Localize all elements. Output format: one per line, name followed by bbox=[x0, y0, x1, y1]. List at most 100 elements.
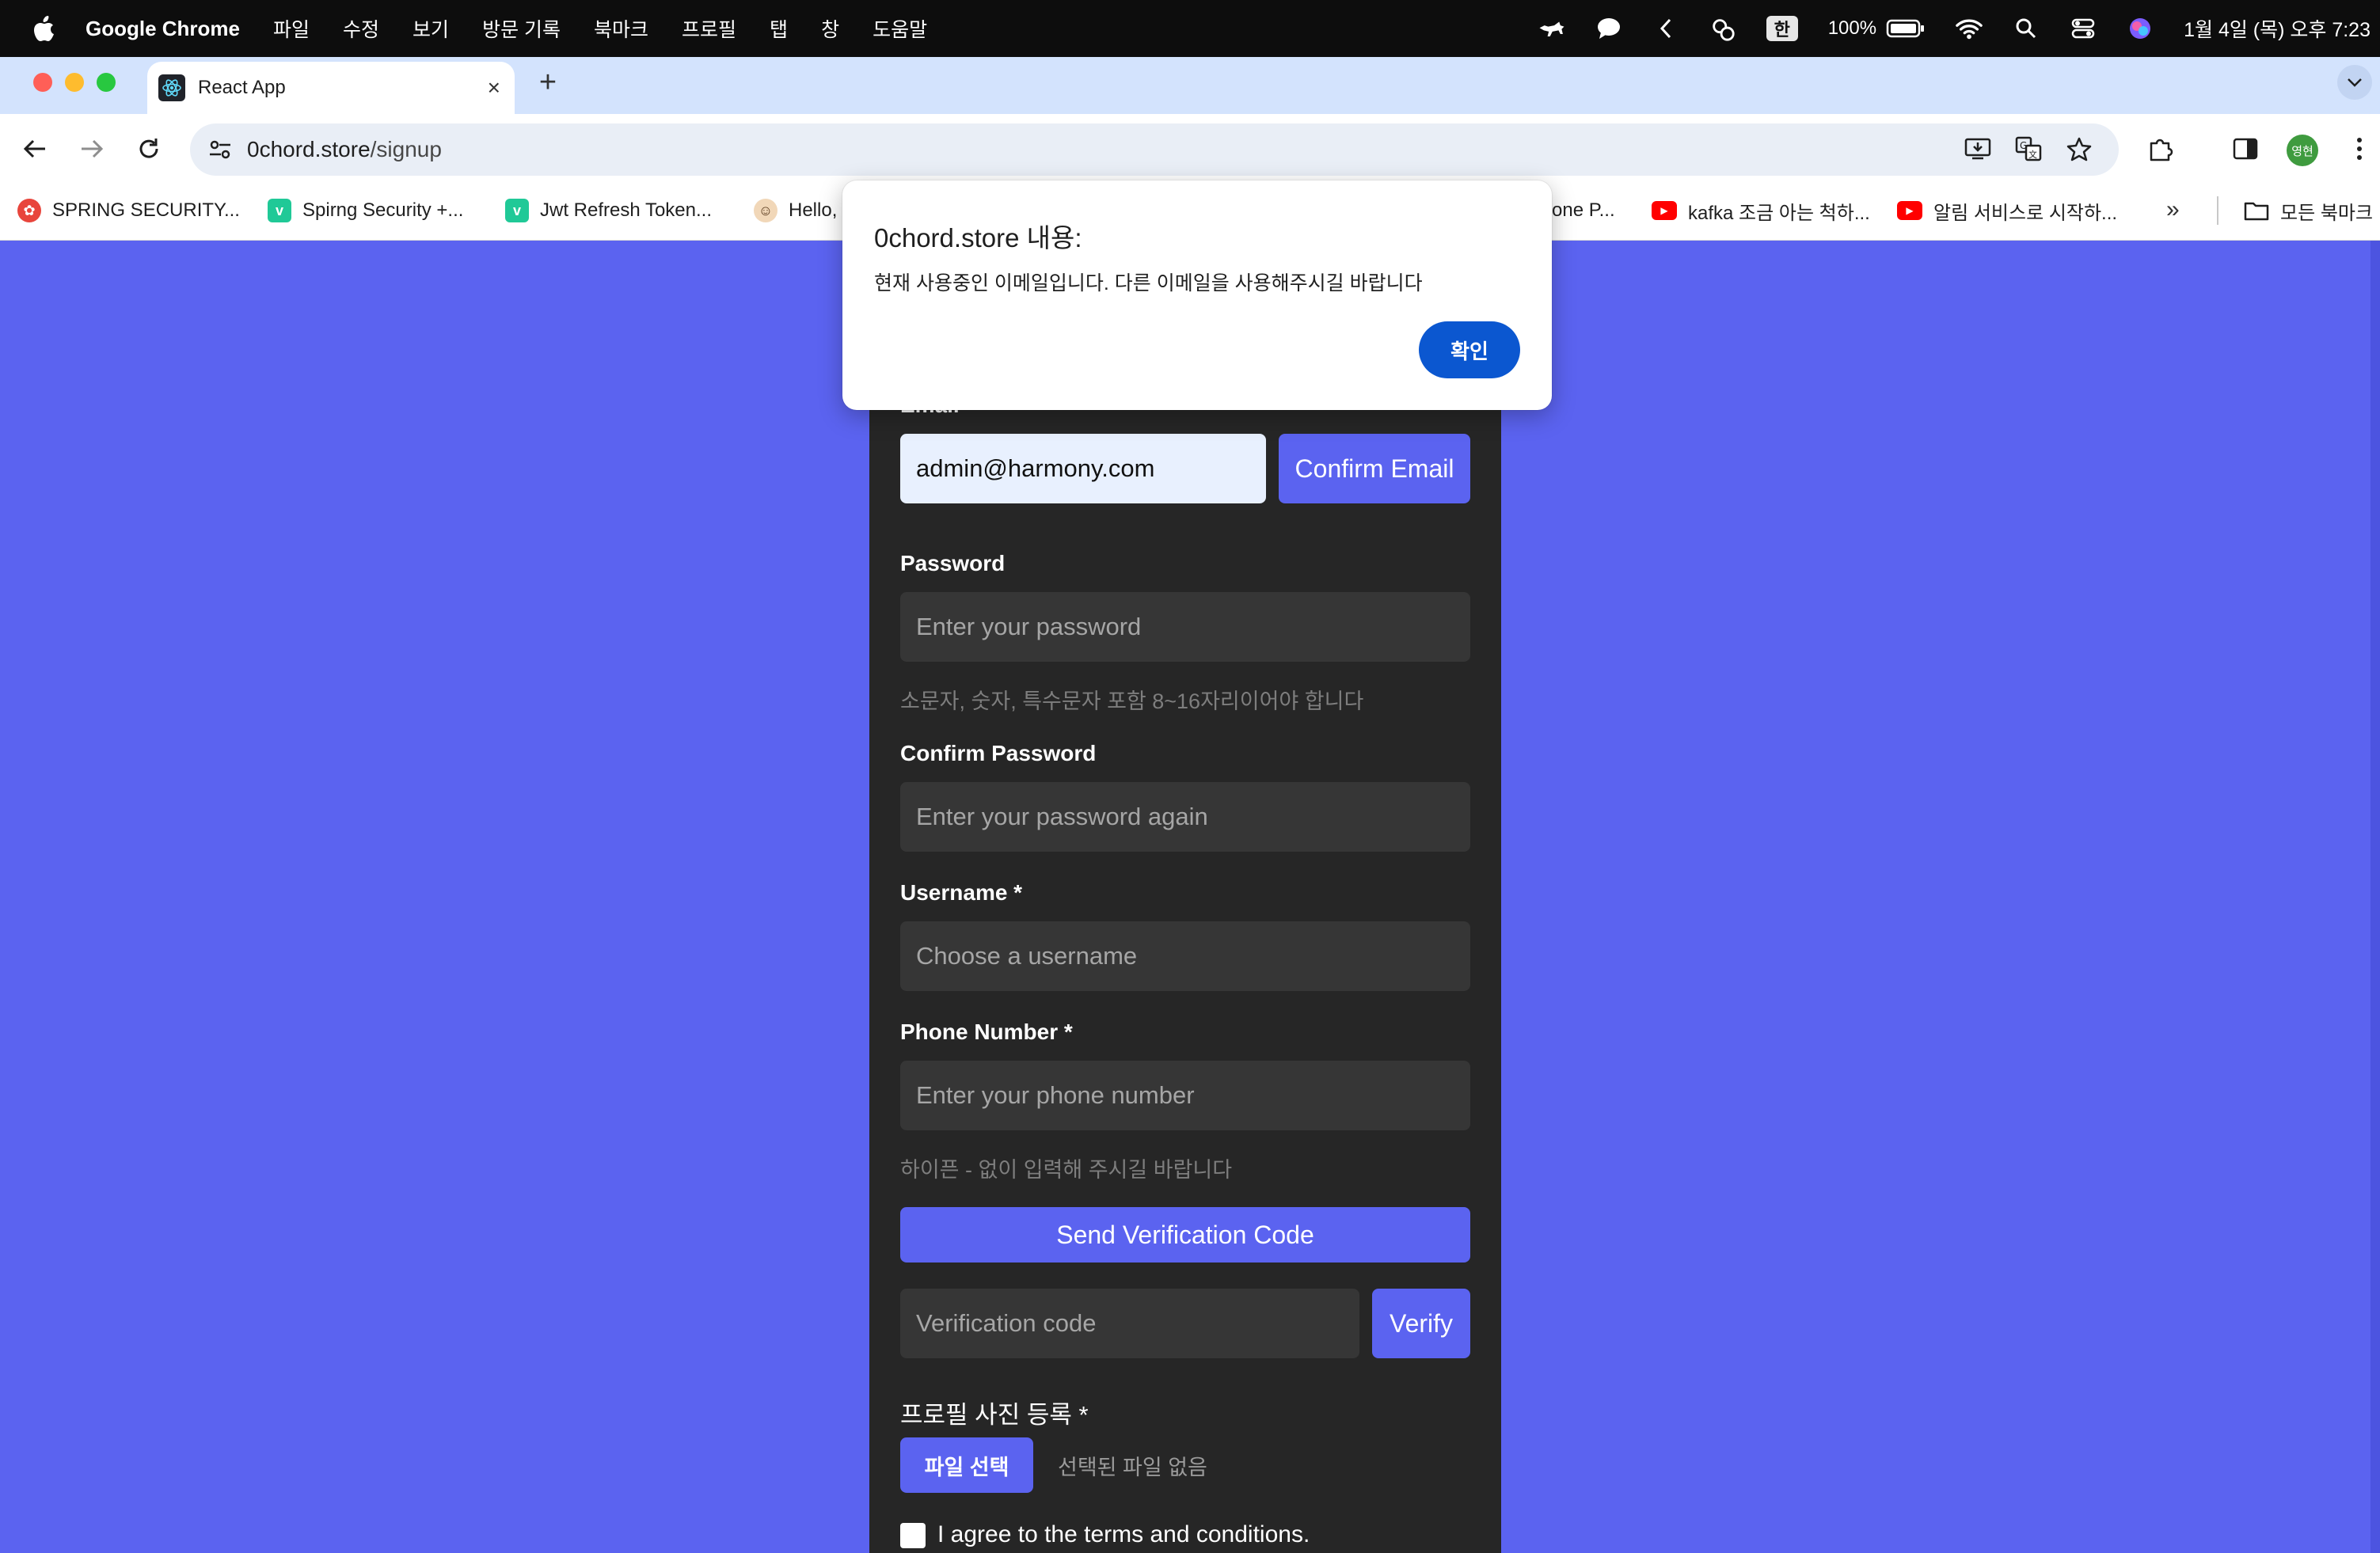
bookmark-item[interactable]: ▶ 알림 서비스로 시작하... bbox=[1897, 196, 2117, 225]
confirm-password-label: Confirm Password bbox=[900, 741, 1097, 765]
bookmark-label: kafka 조금 아는 척하... bbox=[1688, 202, 1870, 224]
velog-icon: v bbox=[268, 199, 291, 222]
apple-logo-icon[interactable] bbox=[32, 15, 55, 42]
bookmark-item[interactable]: v Spirng Security +... bbox=[268, 196, 463, 225]
bookmark-item[interactable]: ✿ SPRING SECURITY... bbox=[17, 196, 240, 225]
window-minimize-button[interactable] bbox=[65, 73, 84, 92]
phone-label: Phone Number * bbox=[900, 1020, 1073, 1044]
battery-icon[interactable] bbox=[1886, 15, 1926, 42]
bookmark-label: Spirng Security +... bbox=[302, 199, 464, 221]
all-bookmarks-folder[interactable]: 모든 북마크 bbox=[2244, 196, 2373, 225]
window-close-button[interactable] bbox=[33, 73, 52, 92]
username-field[interactable]: Choose a username bbox=[900, 921, 1470, 991]
confirm-email-button[interactable]: Confirm Email bbox=[1279, 434, 1470, 503]
install-app-icon[interactable] bbox=[1962, 133, 1994, 165]
confirm-password-field[interactable]: Enter your password again bbox=[900, 782, 1470, 852]
site-settings-icon[interactable] bbox=[206, 135, 234, 164]
menu-history[interactable]: 방문 기록 bbox=[482, 14, 561, 43]
choose-file-button[interactable]: 파일 선택 bbox=[900, 1437, 1033, 1493]
back-arrow-icon[interactable] bbox=[17, 131, 52, 166]
dialog-title: 0chord.store 내용: bbox=[874, 223, 1082, 253]
folder-icon bbox=[2244, 200, 2269, 221]
bookmark-label: Hello, bbox=[789, 199, 838, 221]
no-file-selected-text: 선택된 파일 없음 bbox=[1058, 1456, 1207, 1479]
bookmark-item[interactable]: one P... bbox=[1552, 196, 1615, 225]
page-scrollbar[interactable] bbox=[2370, 241, 2380, 1553]
reload-icon[interactable] bbox=[131, 131, 166, 166]
velog-icon: v bbox=[505, 199, 529, 222]
extensions-puzzle-icon[interactable] bbox=[2146, 133, 2177, 165]
url-host: 0chord.store bbox=[247, 137, 371, 161]
person-icon: ☺ bbox=[754, 199, 777, 222]
forward-arrow-icon[interactable] bbox=[74, 131, 109, 166]
react-favicon-icon bbox=[158, 74, 185, 101]
svg-text:文: 文 bbox=[2028, 149, 2037, 160]
alert-dialog: 0chord.store 내용: 현재 사용중인 이메일입니다. 다른 이메일을… bbox=[842, 180, 1552, 410]
terms-label: I agree to the terms and conditions. bbox=[937, 1521, 1310, 1547]
menu-window[interactable]: 창 bbox=[821, 14, 839, 43]
dialog-message: 현재 사용중인 이메일입니다. 다른 이메일을 사용해주시길 바랍니다 bbox=[874, 272, 1423, 294]
bookmark-label: SPRING SECURITY... bbox=[52, 199, 240, 221]
cat-app-icon[interactable] bbox=[1538, 15, 1565, 42]
svg-text:G: G bbox=[2020, 140, 2027, 151]
weather-icon[interactable] bbox=[1709, 15, 1736, 42]
username-label: Username * bbox=[900, 880, 1023, 905]
side-panel-icon[interactable] bbox=[2230, 133, 2261, 165]
menu-view[interactable]: 보기 bbox=[413, 14, 449, 43]
bookmark-label: one P... bbox=[1552, 199, 1615, 221]
profile-avatar[interactable]: 영현 bbox=[2287, 135, 2318, 166]
macos-menubar: Google Chrome 파일 수정 보기 방문 기록 북마크 프로필 탭 창… bbox=[0, 0, 2380, 57]
all-bookmarks-label: 모든 북마크 bbox=[2280, 202, 2374, 224]
tab-close-icon[interactable]: × bbox=[488, 75, 500, 101]
url-text[interactable]: 0chord.store/signup bbox=[247, 137, 442, 162]
spotlight-search-icon[interactable] bbox=[2013, 15, 2040, 42]
menu-edit[interactable]: 수정 bbox=[343, 14, 379, 43]
menu-profile[interactable]: 프로필 bbox=[682, 14, 736, 43]
menu-help[interactable]: 도움말 bbox=[873, 14, 927, 43]
wifi-icon[interactable] bbox=[1956, 15, 1983, 42]
url-path: /signup bbox=[370, 137, 442, 161]
translate-icon[interactable]: G文 bbox=[2013, 133, 2044, 165]
password-label: Password bbox=[900, 551, 1006, 575]
verify-button[interactable]: Verify bbox=[1372, 1289, 1470, 1358]
menubar-clock[interactable]: 1월 4일 (목) 오후 7:23 bbox=[2184, 14, 2370, 43]
password-field[interactable]: Enter your password bbox=[900, 592, 1470, 662]
bookmark-item[interactable]: v Jwt Refresh Token... bbox=[505, 196, 712, 225]
new-tab-button[interactable]: + bbox=[532, 66, 564, 99]
send-verification-code-button[interactable]: Send Verification Code bbox=[900, 1207, 1470, 1263]
menubar-app-name[interactable]: Google Chrome bbox=[86, 17, 240, 41]
youtube-icon: ▶ bbox=[1897, 201, 1922, 220]
window-maximize-button[interactable] bbox=[97, 73, 116, 92]
bookmark-star-icon[interactable] bbox=[2063, 133, 2095, 165]
youtube-icon: ▶ bbox=[1652, 201, 1677, 220]
phone-field[interactable]: Enter your phone number bbox=[900, 1061, 1470, 1130]
siri-icon[interactable] bbox=[2127, 15, 2154, 42]
phone-hint: 하이픈 - 없이 입력해 주시길 바랍니다 bbox=[900, 1158, 1233, 1182]
menubar-status-area: 한 100% 1월 4일 (목) 오후 7:23 bbox=[1538, 0, 2370, 57]
battery-percent: 100% bbox=[1827, 17, 1877, 39]
email-field[interactable]: admin@harmony.com bbox=[900, 434, 1266, 503]
bookmarks-overflow-icon[interactable]: » bbox=[2166, 196, 2180, 223]
browser-tab-active[interactable]: React App × bbox=[147, 62, 515, 114]
dialog-ok-button[interactable]: 확인 bbox=[1419, 321, 1520, 378]
profile-photo-label: 프로필 사진 등록 * bbox=[900, 1401, 1089, 1429]
menu-tab[interactable]: 탭 bbox=[770, 14, 788, 43]
bookmark-label: Jwt Refresh Token... bbox=[540, 199, 712, 221]
spring-icon: ✿ bbox=[17, 199, 41, 222]
input-source-indicator[interactable]: 한 bbox=[1766, 16, 1798, 41]
address-bar[interactable]: 0chord.store/signup bbox=[190, 123, 2119, 176]
bookmarks-divider bbox=[2217, 196, 2218, 225]
bookmark-label: 알림 서비스로 시작하... bbox=[1933, 202, 2118, 224]
messages-icon[interactable] bbox=[1595, 15, 1622, 42]
verification-code-field[interactable]: Verification code bbox=[900, 1289, 1359, 1358]
menu-file[interactable]: 파일 bbox=[273, 14, 310, 43]
bookmark-item[interactable]: ▶ kafka 조금 아는 척하... bbox=[1652, 196, 1870, 225]
tab-search-chevron-down-icon[interactable] bbox=[2337, 65, 2372, 100]
bookmark-item[interactable]: ☺ Hello, bbox=[754, 196, 837, 225]
password-hint: 소문자, 숫자, 특수문자 포함 8~16자리이어야 합니다 bbox=[900, 689, 1364, 713]
chrome-menu-kebab-icon[interactable] bbox=[2344, 133, 2375, 165]
control-center-icon[interactable] bbox=[2070, 15, 2097, 42]
menu-bookmarks[interactable]: 북마크 bbox=[594, 14, 648, 43]
terms-checkbox[interactable] bbox=[900, 1523, 926, 1548]
chevron-left-icon[interactable] bbox=[1652, 15, 1679, 42]
